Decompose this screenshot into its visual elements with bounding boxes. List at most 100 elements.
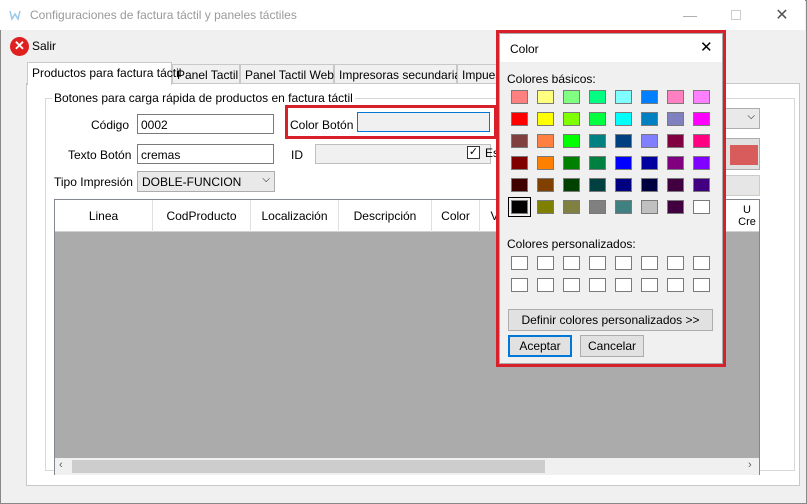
- color-swatch[interactable]: [563, 112, 580, 126]
- color-swatch[interactable]: [667, 112, 684, 126]
- color-swatch[interactable]: [537, 200, 554, 214]
- column-header[interactable]: U Cre: [735, 200, 759, 232]
- chevron-right-icon[interactable]: ›: [748, 459, 752, 471]
- color-swatch[interactable]: [511, 112, 528, 126]
- custom-color-swatch[interactable]: [589, 256, 606, 270]
- tab-panel-tactil[interactable]: Panel Tactil: [172, 64, 240, 84]
- color-swatch[interactable]: [563, 156, 580, 170]
- custom-color-swatch[interactable]: [511, 278, 528, 292]
- color-swatch[interactable]: [693, 90, 710, 104]
- color-swatch[interactable]: [667, 156, 684, 170]
- custom-color-swatch[interactable]: [693, 256, 710, 270]
- color-swatch[interactable]: [641, 200, 658, 214]
- tab-label: Productos para factura táctil: [32, 66, 182, 80]
- color-swatch[interactable]: [641, 90, 658, 104]
- color-swatch[interactable]: [511, 178, 528, 192]
- custom-color-swatch[interactable]: [667, 278, 684, 292]
- color-swatch[interactable]: [537, 156, 554, 170]
- color-swatch[interactable]: [693, 112, 710, 126]
- color-swatch[interactable]: [641, 134, 658, 148]
- color-swatch[interactable]: [537, 90, 554, 104]
- color-swatch[interactable]: [589, 134, 606, 148]
- column-header[interactable]: CodProducto: [153, 200, 251, 232]
- minimize-button[interactable]: —: [667, 0, 713, 30]
- codigo-field[interactable]: 0002: [137, 114, 274, 134]
- tab-impuestos[interactable]: Impues: [457, 64, 499, 84]
- color-swatch[interactable]: [693, 200, 710, 214]
- color-swatch[interactable]: [615, 178, 632, 192]
- tab-label: Panel Tactil: [177, 68, 239, 82]
- column-header[interactable]: Descripción: [339, 200, 432, 232]
- custom-color-swatch[interactable]: [589, 278, 606, 292]
- custom-color-swatch[interactable]: [537, 256, 554, 270]
- tipo-value: DOBLE-FUNCION: [142, 175, 242, 189]
- color-swatch[interactable]: [511, 134, 528, 148]
- color-swatch[interactable]: [667, 90, 684, 104]
- color-swatch[interactable]: [511, 90, 528, 104]
- color-swatch[interactable]: [589, 156, 606, 170]
- horizontal-scrollbar[interactable]: ‹ ›: [55, 458, 759, 475]
- color-swatch[interactable]: [615, 90, 632, 104]
- custom-color-swatch[interactable]: [511, 256, 528, 270]
- color-swatch[interactable]: [667, 200, 684, 214]
- close-button[interactable]: ✕: [759, 0, 805, 30]
- color-swatch[interactable]: [615, 112, 632, 126]
- color-swatch[interactable]: [693, 134, 710, 148]
- color-swatch[interactable]: [641, 112, 658, 126]
- color-swatch[interactable]: [537, 134, 554, 148]
- color-swatch[interactable]: [563, 178, 580, 192]
- custom-color-swatch[interactable]: [563, 256, 580, 270]
- color-swatch[interactable]: [511, 156, 528, 170]
- custom-color-swatch[interactable]: [641, 256, 658, 270]
- custom-color-swatch[interactable]: [537, 278, 554, 292]
- ok-button[interactable]: Aceptar: [508, 335, 572, 357]
- color-label: Color Botón: [290, 118, 354, 132]
- color-swatch[interactable]: [615, 200, 632, 214]
- scroll-thumb[interactable]: [72, 460, 545, 473]
- color-swatch[interactable]: [589, 200, 606, 214]
- custom-color-swatch[interactable]: [667, 256, 684, 270]
- column-header[interactable]: Linea: [55, 200, 153, 232]
- custom-colors-label: Colores personalizados:: [507, 237, 636, 251]
- color-swatch[interactable]: [641, 156, 658, 170]
- color-swatch[interactable]: [615, 156, 632, 170]
- tab-panel-tactil-web[interactable]: Panel Tactil Web: [240, 64, 334, 84]
- column-header[interactable]: Localización: [251, 200, 339, 232]
- color-swatch[interactable]: [537, 178, 554, 192]
- color-field[interactable]: [357, 112, 490, 132]
- color-swatch[interactable]: [589, 178, 606, 192]
- dialog-close-icon[interactable]: ✕: [700, 38, 713, 56]
- color-swatch[interactable]: [508, 197, 531, 217]
- tab-productos[interactable]: Productos para factura táctil: [27, 62, 181, 85]
- custom-color-swatch[interactable]: [615, 278, 632, 292]
- define-custom-colors-button[interactable]: Definir colores personalizados >>: [508, 309, 713, 331]
- custom-color-swatch[interactable]: [563, 278, 580, 292]
- column-header[interactable]: Color: [432, 200, 480, 232]
- color-swatch[interactable]: [563, 134, 580, 148]
- tipo-select[interactable]: DOBLE-FUNCION ⌵: [137, 171, 275, 192]
- color-swatch[interactable]: [589, 112, 606, 126]
- custom-color-swatch[interactable]: [615, 256, 632, 270]
- color-swatch[interactable]: [589, 90, 606, 104]
- tab-label: Impues: [462, 68, 499, 82]
- custom-color-swatch[interactable]: [693, 278, 710, 292]
- color-swatch[interactable]: [563, 200, 580, 214]
- exit-button[interactable]: ✕ Salir: [10, 36, 56, 56]
- color-swatch[interactable]: [641, 178, 658, 192]
- tab-impresoras[interactable]: Impresoras secundarias: [334, 64, 467, 84]
- right-select[interactable]: ⌵: [722, 108, 760, 129]
- color-swatch[interactable]: [563, 90, 580, 104]
- cancel-button[interactable]: Cancelar: [580, 335, 644, 357]
- color-swatch[interactable]: [693, 156, 710, 170]
- color-swatch[interactable]: [537, 112, 554, 126]
- preview-button[interactable]: [722, 138, 760, 170]
- texto-field[interactable]: cremas: [137, 144, 274, 164]
- color-swatch[interactable]: [615, 134, 632, 148]
- custom-color-swatch[interactable]: [641, 278, 658, 292]
- color-swatch[interactable]: [667, 134, 684, 148]
- color-swatch[interactable]: [667, 178, 684, 192]
- chevron-left-icon[interactable]: ‹: [59, 459, 63, 471]
- maximize-button[interactable]: [713, 0, 759, 30]
- color-swatch[interactable]: [693, 178, 710, 192]
- checkbox[interactable]: ✓: [467, 146, 480, 159]
